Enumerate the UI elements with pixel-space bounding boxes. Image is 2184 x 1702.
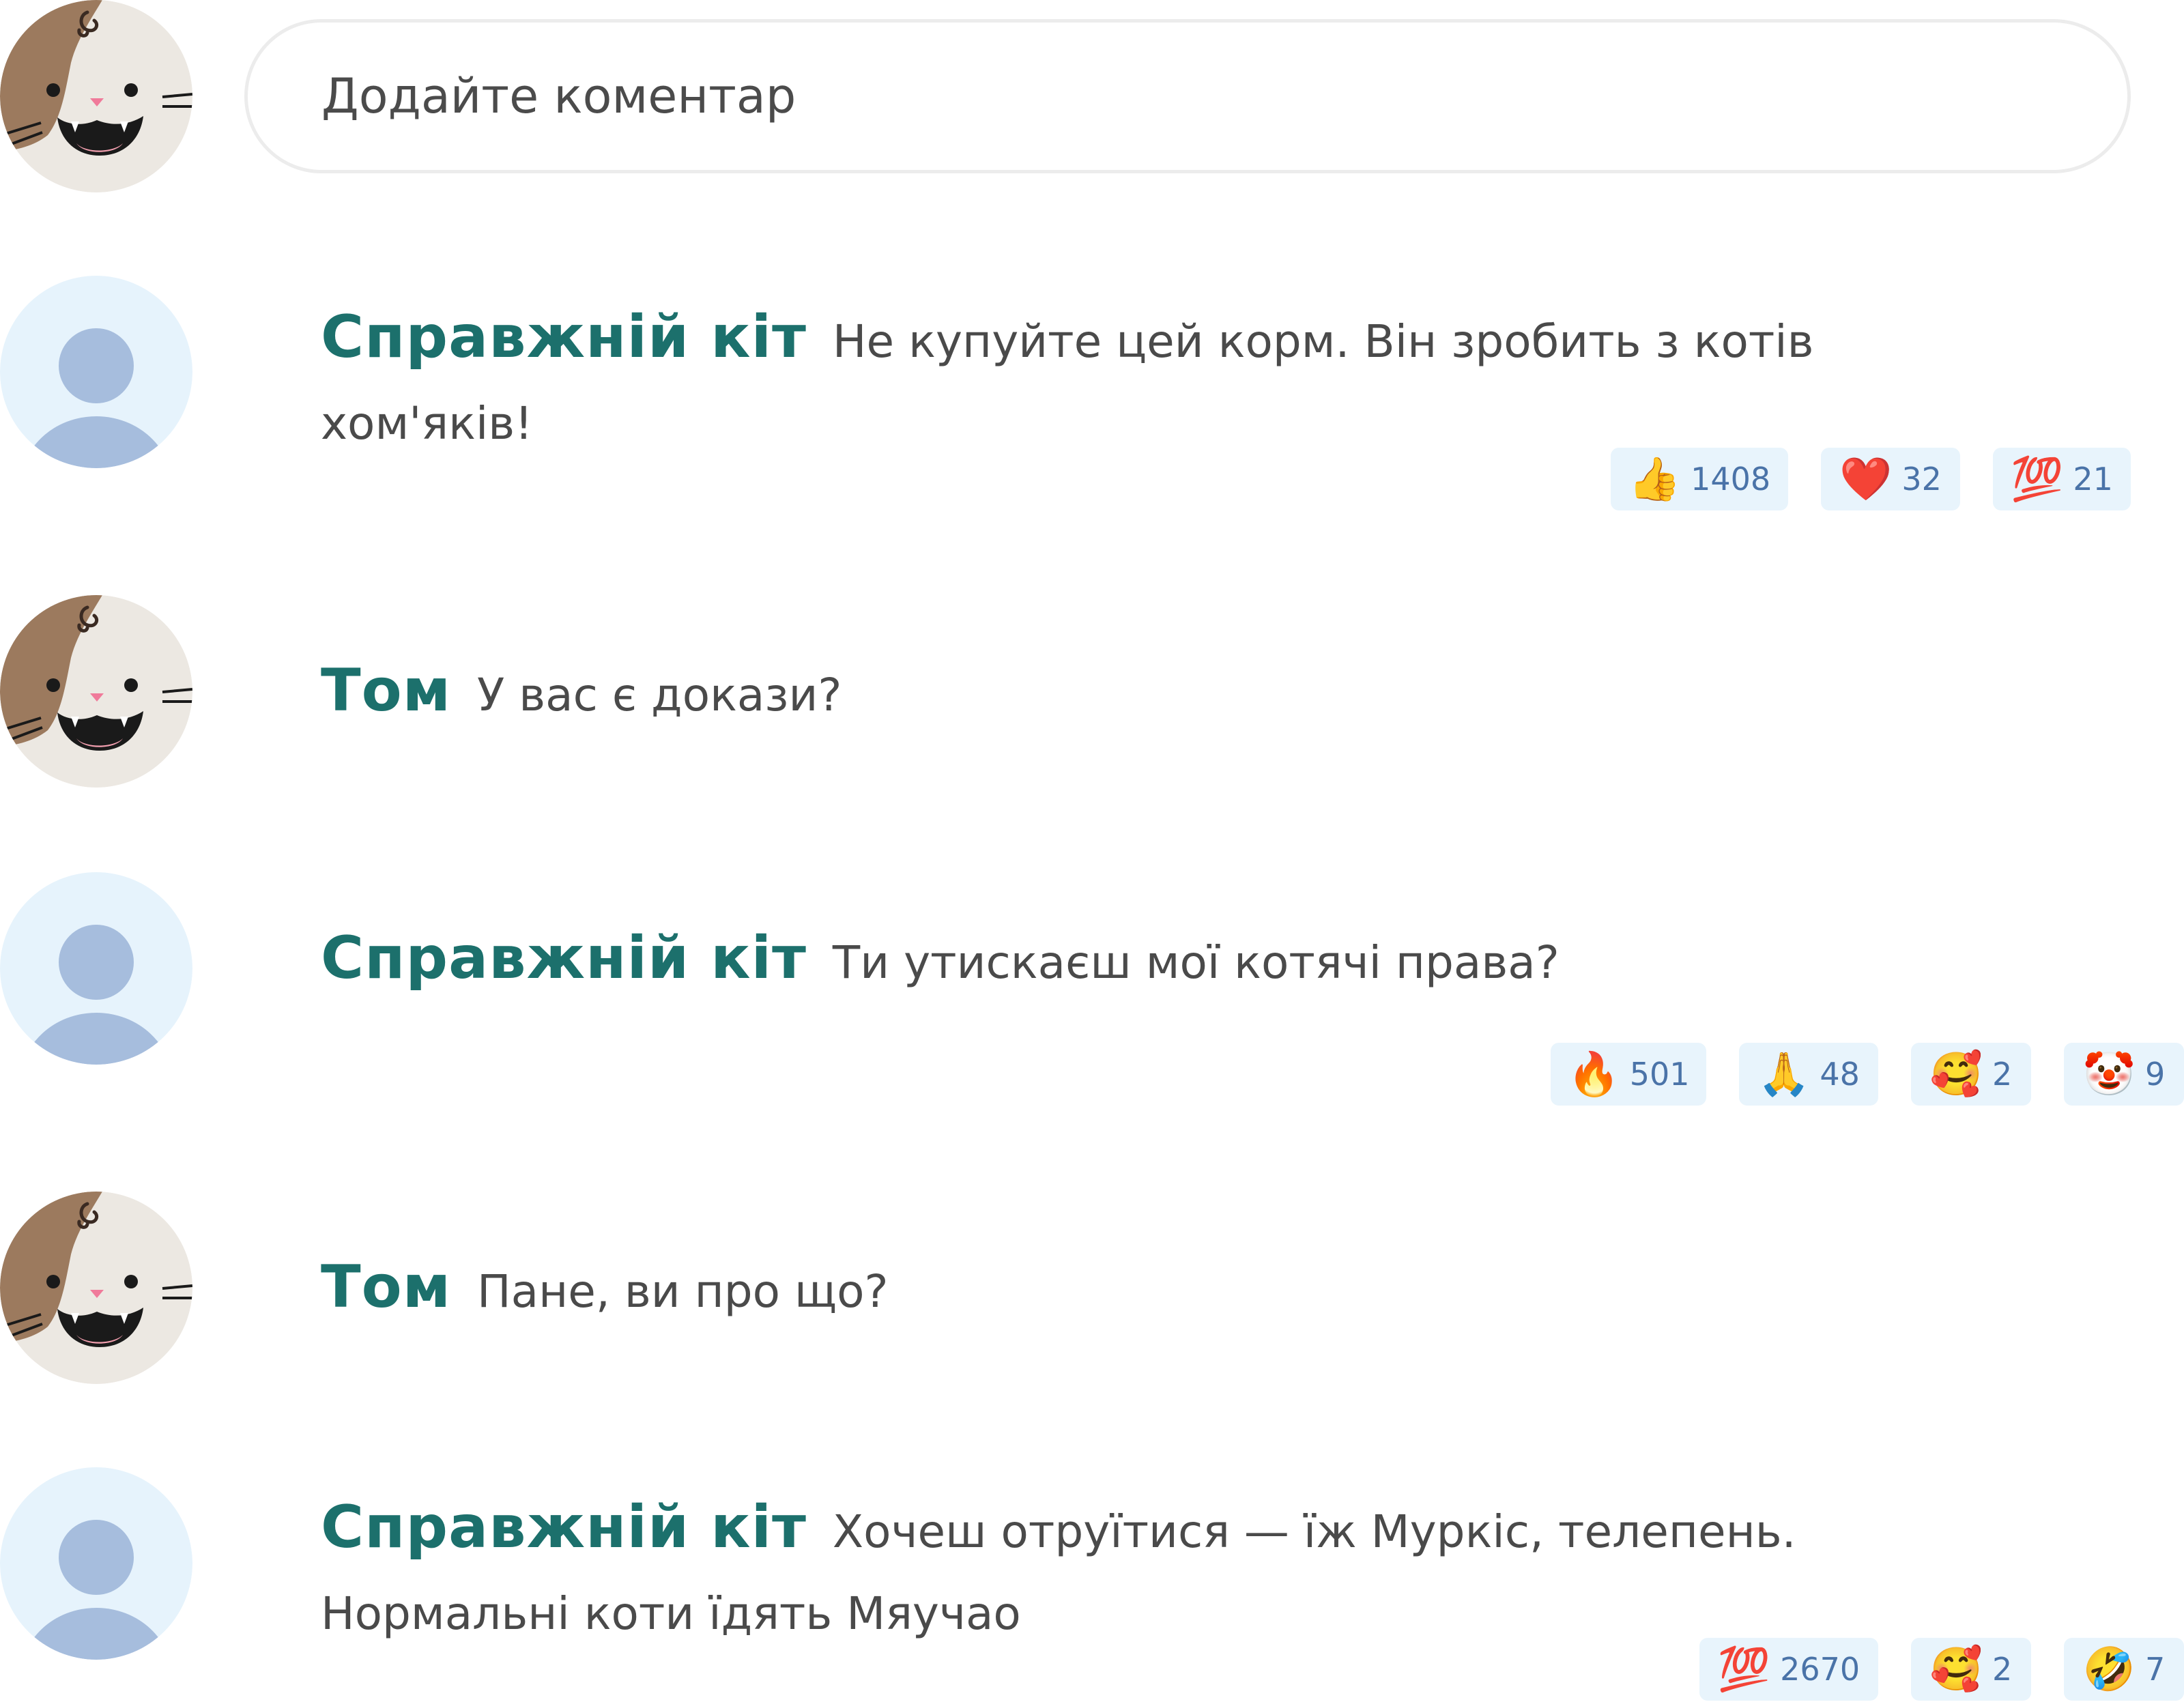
- comment-body: Справжній кіт Ти утискаєш мої котячі прав…: [321, 917, 1945, 1004]
- heart-icon: ❤️: [1839, 454, 1893, 504]
- reaction-fire[interactable]: 🔥 501: [1551, 1043, 1706, 1106]
- clown-face-icon: 🤡: [2082, 1049, 2136, 1099]
- cat-avatar-icon: [0, 1192, 192, 1384]
- reaction-hundred-points[interactable]: 💯 21: [1993, 448, 2131, 510]
- comment-text: Ти утискаєш мої котячі права?: [832, 936, 1560, 989]
- reaction-count: 1408: [1691, 461, 1771, 497]
- reaction-smiling-face-with-hearts[interactable]: 🥰 2: [1911, 1043, 2031, 1106]
- comment-body: Справжній кіт Хочеш отруїтися — їж Муркіс…: [321, 1486, 1945, 1655]
- current-user-avatar: [0, 0, 192, 192]
- comment-author[interactable]: Справжній кіт: [321, 924, 807, 992]
- comment-author[interactable]: Том: [321, 657, 451, 725]
- hundred-points-icon: 💯: [2011, 454, 2064, 504]
- reaction-count: 48: [1820, 1056, 1860, 1093]
- cat-avatar-icon: [0, 0, 192, 192]
- reaction-count: 2: [1992, 1056, 2013, 1093]
- comment-body: Том Пане, ви про що?: [321, 1246, 1945, 1333]
- reaction-count: 7: [2144, 1651, 2166, 1688]
- reaction-count: 501: [1629, 1056, 1690, 1093]
- comment-avatar: [0, 1192, 192, 1384]
- comment-text: У вас є докази?: [477, 669, 842, 721]
- smiling-face-with-hearts-icon: 🥰: [1929, 1644, 1983, 1694]
- reaction-smiling-face-with-hearts[interactable]: 🥰 2: [1911, 1638, 2031, 1701]
- default-user-avatar-icon: [0, 276, 192, 468]
- cat-avatar-icon: [0, 595, 192, 788]
- thumbs-up-icon: 👍: [1628, 454, 1682, 504]
- reaction-folded-hands[interactable]: 🙏 48: [1739, 1043, 1878, 1106]
- default-user-avatar-icon: [0, 1467, 192, 1660]
- comment-author[interactable]: Справжній кіт: [321, 1493, 807, 1561]
- comment-avatar: [0, 1467, 192, 1660]
- reaction-rolling-laughing-face[interactable]: 🤣 7: [2064, 1638, 2184, 1701]
- comment-body: Справжній кіт Не купуйте цей корм. Він зр…: [321, 296, 1945, 465]
- reaction-count: 9: [2144, 1056, 2166, 1093]
- reaction-heart[interactable]: ❤️ 32: [1821, 448, 1960, 510]
- smiling-face-with-hearts-icon: 🥰: [1929, 1049, 1983, 1099]
- folded-hands-icon: 🙏: [1757, 1049, 1811, 1099]
- default-user-avatar-icon: [0, 872, 192, 1065]
- reaction-hundred-points[interactable]: 💯 2670: [1699, 1638, 1878, 1701]
- comment-avatar: [0, 595, 192, 788]
- reaction-clown-face[interactable]: 🤡 9: [2064, 1043, 2184, 1106]
- comment-input[interactable]: [244, 19, 2131, 173]
- hundred-points-icon: 💯: [1717, 1644, 1771, 1694]
- reaction-count: 2: [1992, 1651, 2013, 1688]
- reaction-count: 21: [2073, 461, 2113, 497]
- fire-icon: 🔥: [1567, 1049, 1620, 1099]
- rolling-laughing-face-icon: 🤣: [2082, 1644, 2136, 1694]
- comment-body: Том У вас є докази?: [321, 650, 1945, 736]
- comment-avatar: [0, 872, 192, 1065]
- comment-text: Пане, ви про що?: [477, 1265, 889, 1318]
- comment-author[interactable]: Справжній кіт: [321, 303, 807, 371]
- reaction-count: 32: [1901, 461, 1942, 497]
- reaction-count: 2670: [1780, 1651, 1860, 1688]
- comment-avatar: [0, 276, 192, 468]
- reaction-thumbs-up[interactable]: 👍 1408: [1611, 448, 1788, 510]
- comment-author[interactable]: Том: [321, 1253, 451, 1321]
